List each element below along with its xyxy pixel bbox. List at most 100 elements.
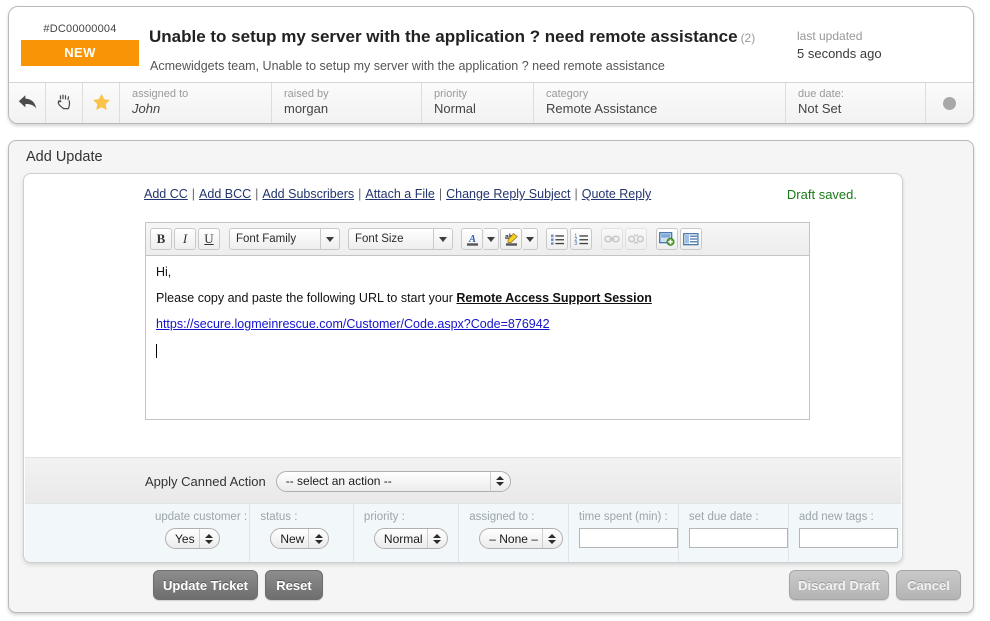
- text-cursor: [156, 343, 157, 358]
- ticket-indicator[interactable]: [926, 83, 973, 123]
- field-priority-label: priority :: [363, 511, 405, 523]
- add-bcc-link[interactable]: Add BCC: [199, 187, 251, 201]
- field-time-spent-label: time spent (min) :: [578, 511, 668, 523]
- update-ticket-button[interactable]: Update Ticket: [153, 570, 258, 600]
- font-color-button[interactable]: A: [461, 228, 483, 250]
- last-updated-value: 5 seconds ago: [797, 46, 882, 61]
- meta-assigned-to-label: assigned to: [132, 88, 189, 100]
- take-ticket-button[interactable]: [46, 83, 83, 123]
- insert-image-button[interactable]: [656, 228, 678, 250]
- font-family-chevron-down-icon[interactable]: [321, 228, 340, 250]
- quote-reply-link[interactable]: Quote Reply: [582, 187, 651, 201]
- status-value: New: [280, 531, 305, 546]
- meta-assigned-to-value: John: [132, 101, 161, 116]
- canned-action-select[interactable]: -- select an action --: [275, 470, 511, 492]
- numbered-list-button[interactable]: 123: [570, 228, 592, 250]
- add-update-panel: Add Update Add CC | Add BCC | Add Subscriber…: [8, 140, 974, 613]
- reply-button[interactable]: [9, 83, 46, 123]
- editor-toolbar: B I U Font Family Font Size A ab 1 2 3: [145, 222, 810, 255]
- italic-button[interactable]: I: [174, 228, 196, 250]
- ticket-id-block: #DC00000004 NEW: [21, 23, 139, 66]
- unlink-icon: [628, 233, 644, 245]
- insert-link-button[interactable]: [601, 228, 623, 250]
- priority-value: Normal: [383, 531, 423, 546]
- priority-select[interactable]: Normal: [373, 528, 448, 549]
- editor-session-emphasis: Remote Access Support Session: [456, 291, 652, 305]
- editor-instruction-text: Please copy and paste the following URL …: [156, 291, 457, 305]
- remote-session-url-link[interactable]: https://secure.logmeinrescue.com/Custome…: [156, 317, 550, 331]
- add-new-tags-input[interactable]: [798, 528, 898, 548]
- ticket-reply-count: (2): [740, 31, 756, 45]
- bullet-list-button[interactable]: [546, 228, 568, 250]
- insert-table-icon: [683, 232, 699, 246]
- meta-due-date: due date: Not Set: [786, 83, 926, 123]
- time-spent-input[interactable]: [578, 528, 678, 548]
- link-icon: [604, 233, 620, 245]
- update-form-box: Add CC | Add BCC | Add Subscribers | Attach a …: [23, 173, 903, 563]
- draft-status: Draft saved.: [786, 187, 857, 202]
- stepper-icon: [541, 529, 562, 548]
- unlink-button[interactable]: [625, 228, 647, 250]
- favorite-button[interactable]: [83, 83, 120, 123]
- insert-image-icon: [659, 232, 675, 246]
- change-reply-subject-link[interactable]: Change Reply Subject: [446, 187, 570, 201]
- compose-links: Add CC | Add BCC | Add Subscribers | Attach a …: [144, 187, 651, 201]
- assigned-to-select[interactable]: – None –: [479, 528, 563, 549]
- field-assigned-to: assigned to : – None –: [459, 504, 569, 562]
- cancel-button[interactable]: Cancel: [896, 570, 961, 600]
- ticket-fields-row: update customer : Yes status : New prior…: [25, 503, 901, 562]
- ticket-id: #DC00000004: [43, 23, 117, 35]
- underline-button[interactable]: U: [198, 228, 220, 250]
- link-separator: |: [255, 187, 259, 201]
- highlight-color-button[interactable]: ab: [500, 228, 522, 250]
- field-update-customer-label: update customer :: [155, 511, 248, 523]
- font-color-chevron-down-icon[interactable]: [484, 228, 499, 250]
- field-status: status : New: [250, 504, 354, 562]
- font-size-select[interactable]: Font Size: [348, 228, 434, 250]
- link-separator: |: [574, 187, 578, 201]
- editor-line-instruction: Please copy and paste the following URL …: [156, 290, 799, 306]
- field-priority: priority : Normal: [354, 504, 460, 562]
- set-due-date-input[interactable]: [688, 528, 788, 548]
- hand-icon: [56, 93, 73, 113]
- ticket-header-top: #DC00000004 NEW Unable to setup my serve…: [9, 7, 973, 85]
- highlight-color-chevron-down-icon[interactable]: [523, 228, 538, 250]
- status-select[interactable]: New: [270, 528, 330, 549]
- update-customer-select[interactable]: Yes: [165, 528, 220, 549]
- chevron-down-icon: [326, 236, 334, 242]
- meta-raised-by-value: morgan: [284, 101, 329, 116]
- compose-links-row: Add CC | Add BCC | Add Subscribers | Attach a …: [24, 187, 902, 211]
- ticket-meta-bar: assigned to John raised by morgan priori…: [9, 82, 973, 123]
- editor-line-url: https://secure.logmeinrescue.com/Custome…: [156, 316, 799, 332]
- field-add-new-tags: add new tags :: [789, 504, 901, 562]
- field-assigned-to-label: assigned to :: [469, 511, 535, 523]
- svg-text:3: 3: [574, 241, 577, 246]
- stepper-icon: [308, 529, 328, 548]
- reply-icon: [18, 94, 37, 113]
- insert-table-button[interactable]: [680, 228, 702, 250]
- font-family-select[interactable]: Font Family: [229, 228, 321, 250]
- reset-button[interactable]: Reset: [265, 570, 323, 600]
- meta-due-date-value: Not Set: [798, 101, 842, 116]
- bullet-list-icon: [550, 233, 565, 246]
- field-set-due-date-label: set due date :: [688, 511, 759, 523]
- bold-button[interactable]: B: [150, 228, 172, 250]
- meta-category-label: category: [546, 88, 589, 100]
- ticket-subject-text: Unable to setup my server with the appli…: [149, 27, 738, 46]
- attach-a-file-link[interactable]: Attach a File: [365, 187, 434, 201]
- meta-priority: priority Normal: [422, 83, 534, 123]
- editor-content-area[interactable]: Hi, Please copy and paste the following …: [145, 255, 810, 420]
- add-cc-link[interactable]: Add CC: [144, 187, 188, 201]
- meta-raised-by-label: raised by: [284, 88, 329, 100]
- add-subscribers-link[interactable]: Add Subscribers: [262, 187, 354, 201]
- ticket-description: Acmewidgets team, Unable to setup my ser…: [150, 59, 665, 73]
- field-status-label: status :: [260, 511, 298, 523]
- font-size-chevron-down-icon[interactable]: [434, 228, 453, 250]
- stepper-icon: [489, 471, 510, 491]
- discard-draft-button[interactable]: Discard Draft: [789, 570, 889, 600]
- meta-due-date-label: due date:: [798, 88, 844, 100]
- star-icon: [92, 93, 111, 114]
- field-time-spent: time spent (min) :: [569, 504, 679, 562]
- status-badge: NEW: [21, 40, 139, 66]
- ticket-header-card: #DC00000004 NEW Unable to setup my serve…: [8, 6, 974, 124]
